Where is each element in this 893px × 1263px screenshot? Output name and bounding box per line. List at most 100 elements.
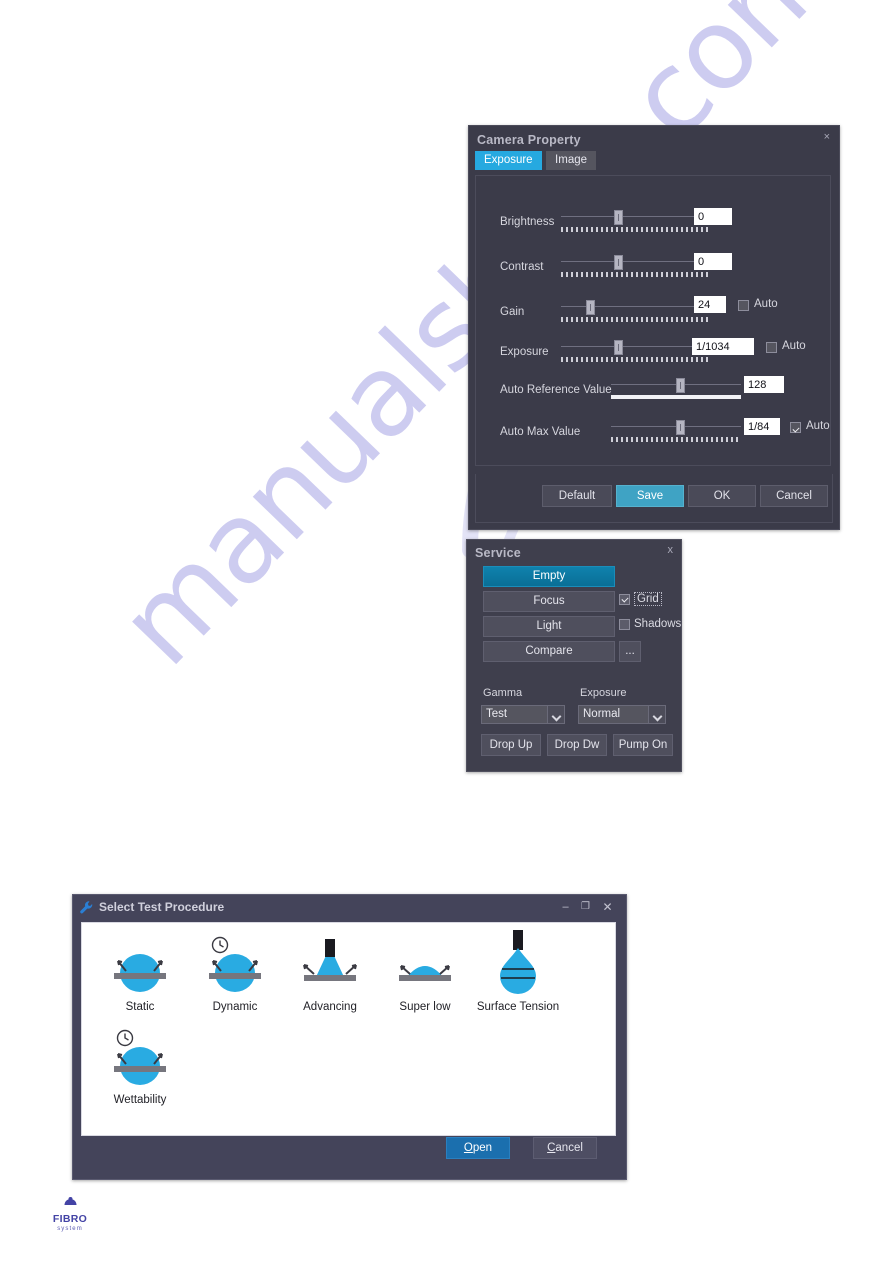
label-auto-reference-value: Auto Reference Value — [500, 384, 612, 396]
procedure-item-advancing[interactable]: Advancing — [282, 935, 378, 1013]
slider-track — [561, 306, 709, 307]
camera-property-body: Brightness 0 Contrast 0 Gain 24 Auto Exp… — [475, 175, 831, 466]
fibro-logo: FIBRO system — [50, 1196, 90, 1233]
tab-exposure[interactable]: Exposure — [475, 151, 542, 170]
exposure-select-value: Normal — [583, 708, 621, 720]
slider-track — [561, 346, 709, 347]
droplet-needle-icon — [282, 935, 378, 997]
label-auto-max-value: Auto Max Value — [500, 426, 581, 438]
slider-thumb[interactable] — [614, 210, 624, 225]
drop-up-button[interactable]: Drop Up — [481, 734, 541, 756]
procedure-list: Static Dynamic Advancing Super low Surfa… — [81, 922, 616, 1136]
chevron-down-icon[interactable] — [648, 706, 665, 723]
label-grid: Grid — [634, 592, 662, 606]
default-button[interactable]: Default — [542, 485, 612, 507]
cancel-button[interactable]: Cancel — [760, 485, 828, 507]
compare-browse-button[interactable]: ... — [619, 641, 641, 662]
select-test-procedure-footer: Open Cancel — [73, 1123, 626, 1179]
value-auto-max[interactable]: 1/84 — [744, 418, 780, 435]
label-brightness: Brightness — [500, 216, 555, 228]
label-exposure: Exposure — [580, 687, 627, 699]
value-contrast[interactable]: 0 — [694, 253, 732, 270]
slider-contrast[interactable] — [561, 254, 709, 280]
checkbox-auto-gain[interactable] — [738, 300, 749, 311]
slider-thumb[interactable] — [586, 300, 596, 315]
slider-brightness[interactable] — [561, 209, 709, 235]
light-button[interactable]: Light — [483, 616, 615, 637]
cancel-button[interactable]: Cancel — [533, 1137, 597, 1159]
value-gain[interactable]: 24 — [694, 296, 726, 313]
slider-ticks — [561, 272, 709, 277]
slider-gain[interactable] — [561, 299, 709, 325]
select-test-procedure-titlebar: Select Test Procedure – ❐ ✕ — [73, 895, 626, 920]
open-button[interactable]: Open — [446, 1137, 510, 1159]
focus-button[interactable]: Focus — [483, 591, 615, 612]
chevron-down-icon[interactable] — [547, 706, 564, 723]
slider-track — [561, 261, 709, 262]
slider-thumb[interactable] — [614, 340, 624, 355]
value-exposure[interactable]: 1/1034 — [692, 338, 754, 355]
service-titlebar: Service x — [467, 540, 681, 562]
droplet-clock-icon — [187, 935, 283, 997]
pendant-drop-icon — [470, 928, 566, 997]
value-brightness[interactable]: 0 — [694, 208, 732, 225]
label-contrast: Contrast — [500, 261, 544, 273]
row-contrast: Contrast 0 — [476, 251, 830, 291]
camera-property-dialog: Camera Property × Exposure Image Brightn… — [468, 125, 840, 530]
checkbox-grid[interactable] — [619, 594, 630, 605]
checkbox-auto-max[interactable] — [790, 422, 801, 433]
procedure-label: Super low — [399, 1001, 451, 1013]
drop-dw-button[interactable]: Drop Dw — [547, 734, 607, 756]
gamma-select[interactable]: Test — [481, 705, 565, 724]
slider-thumb[interactable] — [614, 255, 624, 270]
cancel-button-label: ancel — [555, 1142, 583, 1154]
label-auto-exposure: Auto — [782, 340, 806, 352]
camera-property-title: Camera Property — [477, 133, 581, 147]
procedure-item-static[interactable]: Static — [92, 935, 188, 1013]
slider-auto-max-value[interactable] — [611, 419, 741, 445]
procedure-item-super-low[interactable]: Super low — [377, 935, 473, 1013]
procedure-label: Wettability — [113, 1094, 167, 1106]
save-button[interactable]: Save — [616, 485, 684, 507]
close-icon[interactable]: ✕ — [599, 899, 616, 915]
slider-thumb[interactable] — [676, 420, 685, 435]
slider-auto-reference-value[interactable] — [611, 377, 741, 403]
droplet-static-icon — [92, 935, 188, 997]
droplet-clock-icon — [92, 1028, 188, 1090]
camera-property-tabs: Exposure Image — [469, 150, 839, 170]
open-button-label: pen — [472, 1142, 493, 1154]
label-auto-max: Auto — [806, 420, 830, 432]
procedure-item-dynamic[interactable]: Dynamic — [187, 935, 283, 1013]
procedure-item-surface-tension[interactable]: Surface Tension — [470, 928, 566, 1013]
minimize-icon[interactable]: – — [557, 899, 574, 915]
row-gain: Gain 24 Auto — [476, 296, 830, 336]
slider-ticks — [611, 437, 741, 442]
camera-property-footer: Default Save OK Cancel — [475, 474, 833, 523]
close-icon[interactable]: × — [824, 131, 830, 143]
label-shadows: Shadows — [634, 618, 682, 630]
exposure-select[interactable]: Normal — [578, 705, 666, 724]
maximize-icon[interactable]: ❐ — [577, 899, 594, 915]
pump-on-button[interactable]: Pump On — [613, 734, 673, 756]
slider-exposure[interactable] — [561, 339, 709, 365]
checkbox-shadows[interactable] — [619, 619, 630, 630]
compare-button[interactable]: Compare — [483, 641, 615, 662]
close-icon[interactable]: x — [668, 544, 674, 556]
value-auto-reference[interactable]: 128 — [744, 376, 784, 393]
row-brightness: Brightness 0 — [476, 206, 830, 246]
wrench-icon — [79, 900, 94, 920]
tab-image[interactable]: Image — [546, 151, 597, 170]
droplet-flat-icon — [377, 935, 473, 997]
camera-property-titlebar: Camera Property × — [469, 126, 839, 150]
slider-thumb[interactable] — [676, 378, 685, 393]
procedure-item-wettability[interactable]: Wettability — [92, 1028, 188, 1106]
slider-ticks — [561, 357, 709, 362]
ok-button[interactable]: OK — [688, 485, 756, 507]
slider-ticks — [561, 317, 709, 322]
procedure-label: Surface Tension — [476, 1001, 560, 1013]
checkbox-auto-exposure[interactable] — [766, 342, 777, 353]
empty-button[interactable]: Empty — [483, 566, 615, 587]
procedure-label: Advancing — [303, 1001, 357, 1013]
service-title: Service — [475, 546, 521, 560]
row-auto-reference-value: Auto Reference Value 128 — [476, 374, 830, 414]
